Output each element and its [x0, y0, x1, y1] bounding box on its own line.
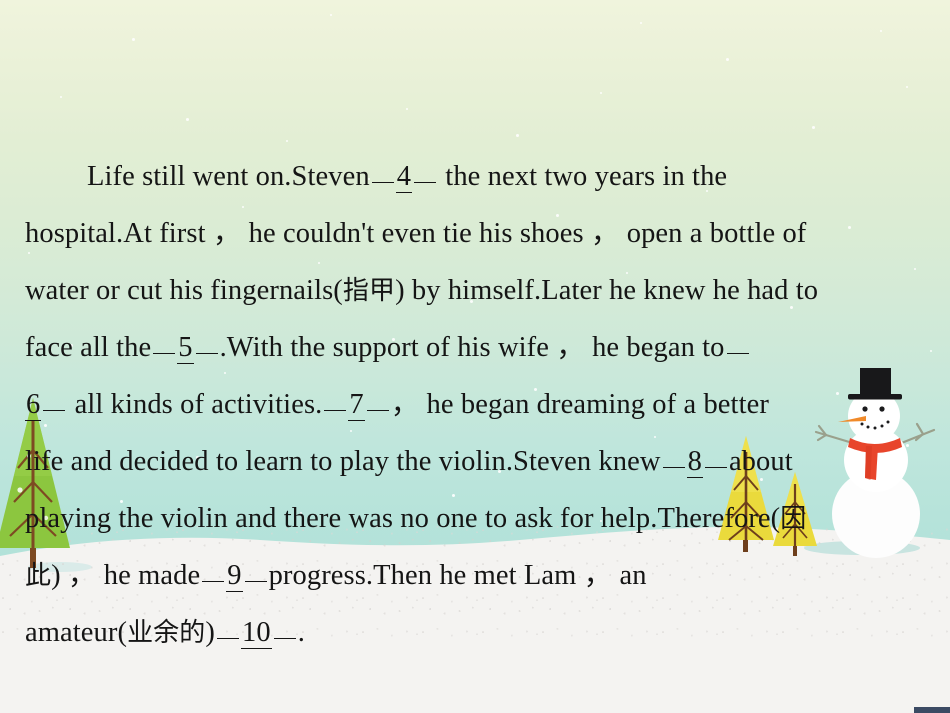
blank-5: 5 [151, 333, 219, 364]
passage-text-block: Life still went on.Steven 4 the next two… [0, 0, 950, 713]
blank-6-close: 6 [25, 390, 67, 421]
passage-line-6: life and decided to learn to play the vi… [25, 446, 793, 478]
line-5-text-b: ， he began dreaming of a better [390, 389, 769, 420]
blank-9: 9 [200, 561, 268, 592]
line-9-text-b: ) [205, 617, 215, 648]
line-3-text-a: water or cut his fingernails( [25, 275, 343, 306]
passage-line-7: playing the violin and there was no one … [25, 503, 807, 534]
horizontal-scroll-nub[interactable] [914, 707, 950, 713]
passage-line-9: amateur(业余的) 10 . [25, 617, 305, 649]
passage-line-3: water or cut his fingernails(指甲) by hims… [25, 275, 819, 306]
line-7-gloss-yin: 因 [780, 504, 807, 534]
line-4-text-b: .With the support of his wife ， he began… [219, 332, 725, 363]
line-3-text-b: ) by himself.Later he knew he had to [395, 275, 819, 306]
line-4-text-a: face all the [25, 332, 152, 363]
passage-line-1: Life still went on.Steven 4 the next two… [25, 161, 728, 193]
passage-line-5: 6 all kinds of activities. 7 ， he began … [25, 389, 769, 421]
line-3-gloss-zhijia: 指甲 [342, 276, 396, 306]
slide-canvas: Life still went on.Steven 4 the next two… [0, 0, 950, 713]
passage-line-8: 此) ， he made 9 progress.Then he met Lam … [25, 560, 647, 592]
line-6-text-b: about [728, 446, 793, 477]
line-8-text-b: progress.Then he met Lam ， an [268, 560, 647, 591]
blank-4: 4 [370, 162, 438, 193]
blank-10: 10 [215, 618, 298, 649]
blank-7: 7 [322, 390, 390, 421]
line-8-text-a: ) ， he made [51, 560, 201, 591]
line-8-gloss-ci: 此 [25, 561, 52, 591]
passage-line-4: face all the 5 .With the support of his w… [25, 332, 751, 364]
line-6-text-a: life and decided to learn to play the vi… [25, 446, 661, 477]
line-1-prefix: Life still went on.Steven [87, 161, 370, 192]
blank-8: 8 [661, 447, 729, 478]
line-9-gloss-yeyude: 业余的 [127, 618, 206, 648]
line-9-text-a: amateur( [25, 617, 128, 648]
passage-line-2: hospital.At first ， he couldn't even tie… [25, 218, 807, 249]
line-1-suffix: the next two years in the [445, 161, 728, 192]
line-2-text: hospital.At first ， he couldn't even tie… [25, 218, 807, 249]
blank-6-open [725, 334, 751, 363]
line-7-text-a: playing the violin and there was no one … [25, 503, 781, 534]
line-9-text-c: . [297, 617, 305, 648]
line-5-text-a: all kinds of activities. [74, 389, 323, 420]
